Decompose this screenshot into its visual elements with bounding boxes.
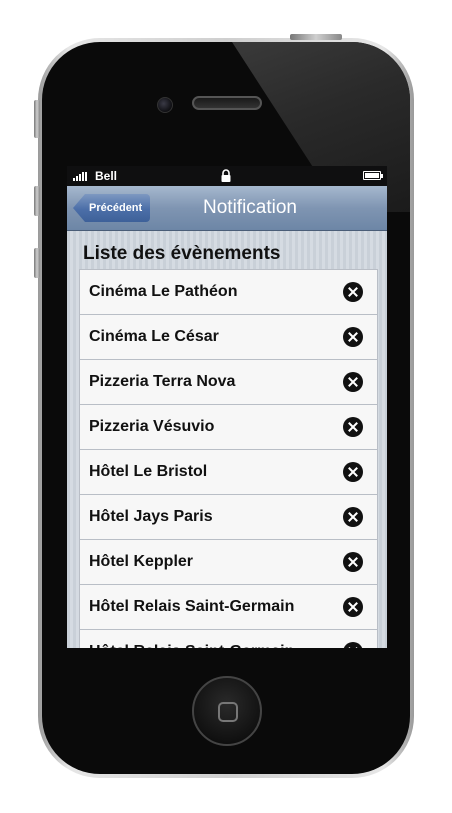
- battery-icon: [363, 171, 383, 180]
- event-label: Cinéma Le Pathéon: [89, 283, 238, 300]
- lock-icon: [221, 169, 231, 182]
- close-circle-icon[interactable]: [343, 642, 363, 648]
- volume-up-button: [34, 186, 40, 216]
- page-title: Notification: [203, 197, 297, 218]
- close-circle-icon[interactable]: [343, 507, 363, 527]
- status-bar: Bell: [67, 166, 387, 186]
- home-button[interactable]: [192, 676, 262, 746]
- earpiece-speaker: [192, 96, 262, 110]
- list-item[interactable]: Hôtel Keppler: [80, 540, 377, 585]
- event-label: Hôtel Le Bristol: [89, 463, 208, 480]
- event-label: Pizzeria Vésuvio: [89, 418, 215, 435]
- list-item[interactable]: Hôtel Relais Saint-Germain: [80, 630, 377, 648]
- list-item[interactable]: Hôtel Jays Paris: [80, 495, 377, 540]
- close-circle-icon[interactable]: [343, 417, 363, 437]
- list-item[interactable]: Cinéma Le Pathéon: [80, 270, 377, 315]
- close-circle-icon[interactable]: [343, 597, 363, 617]
- list-item[interactable]: Pizzeria Vésuvio: [80, 405, 377, 450]
- close-circle-icon[interactable]: [343, 552, 363, 572]
- list-item[interactable]: Pizzeria Terra Nova: [80, 360, 377, 405]
- carrier-label: Bell: [95, 169, 118, 183]
- close-circle-icon[interactable]: [343, 462, 363, 482]
- event-label: Hôtel Relais Saint-Germain: [89, 630, 294, 648]
- list-item[interactable]: Hôtel Relais Saint-Germain: [80, 585, 377, 630]
- event-label: Hôtel Relais Saint-Germain: [89, 598, 295, 615]
- event-label: Cinéma Le César: [89, 328, 219, 345]
- power-button: [290, 34, 342, 40]
- front-camera: [157, 97, 173, 113]
- event-label: Hôtel Jays Paris: [89, 508, 213, 525]
- events-list: Cinéma Le Pathéon Cinéma Le César Pizzer…: [79, 269, 378, 648]
- close-circle-icon[interactable]: [343, 372, 363, 392]
- volume-down-button: [34, 248, 40, 278]
- list-item[interactable]: Cinéma Le César: [80, 315, 377, 360]
- app-screen: Bell Précédent Notification Liste des év…: [67, 166, 387, 648]
- close-circle-icon[interactable]: [343, 282, 363, 302]
- mute-switch: [34, 100, 40, 138]
- home-square-icon: [218, 702, 238, 722]
- list-item[interactable]: Hôtel Le Bristol: [80, 450, 377, 495]
- event-label: Hôtel Keppler: [89, 553, 194, 570]
- section-title: Liste des évènements: [83, 243, 281, 264]
- close-circle-icon[interactable]: [343, 327, 363, 347]
- navigation-bar: Précédent Notification: [67, 186, 387, 231]
- signal-strength-icon: [73, 172, 87, 181]
- event-label: Pizzeria Terra Nova: [89, 373, 236, 390]
